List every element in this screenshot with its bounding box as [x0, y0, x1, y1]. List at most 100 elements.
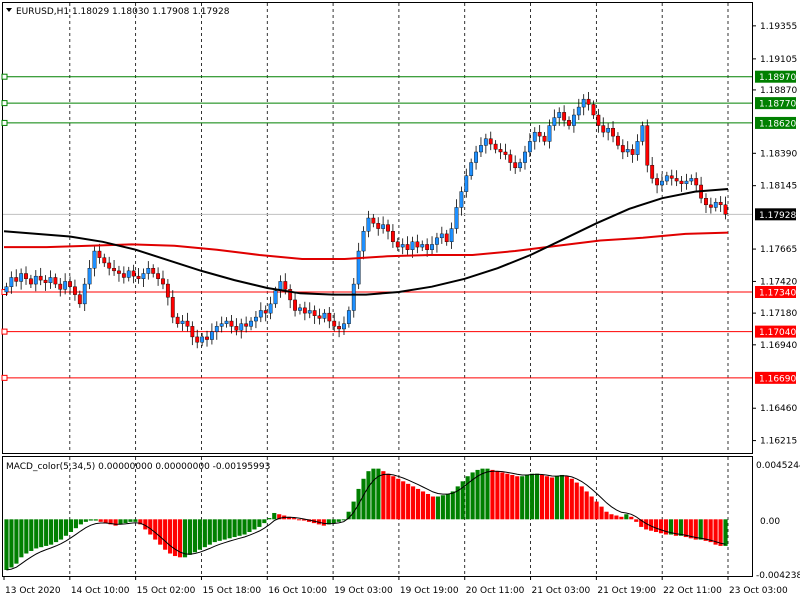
candle-body — [19, 273, 24, 282]
candle-body — [552, 117, 557, 126]
macd-bar — [425, 493, 431, 520]
candle-body — [161, 278, 165, 285]
price-tick-label: 1.16460 — [760, 404, 797, 414]
candle-body — [611, 128, 615, 137]
candle-body — [68, 281, 72, 287]
candle-body — [479, 145, 483, 153]
macd-bar — [58, 519, 64, 540]
macd-bar — [629, 516, 634, 520]
macd-bar — [227, 519, 232, 539]
candle-body — [591, 104, 596, 116]
macd-bar — [73, 519, 78, 529]
candle-body — [170, 297, 175, 318]
macd-bar — [411, 486, 416, 520]
macd-bar — [366, 471, 371, 520]
candle-body — [268, 303, 273, 314]
candle-body — [679, 180, 684, 184]
macd-bar — [217, 519, 222, 541]
macd-bar — [594, 501, 599, 520]
candle-body — [273, 290, 278, 305]
candle-body — [488, 138, 493, 145]
macd-bar — [430, 496, 436, 520]
candle-body — [366, 217, 371, 232]
candle-body — [576, 106, 581, 116]
candle-body — [351, 283, 356, 311]
candle-body — [650, 164, 655, 179]
price-tick-label: 1.18145 — [760, 182, 797, 192]
price-tick-label: 1.16940 — [760, 341, 797, 351]
candle-body — [469, 162, 474, 176]
level-handle — [1, 374, 8, 381]
candle-body — [200, 336, 205, 343]
candle-body — [33, 275, 38, 285]
macd-bar — [500, 472, 505, 520]
macd-bar — [44, 519, 49, 546]
candle-body — [58, 283, 63, 290]
macd-bar — [401, 481, 406, 520]
macd-bar — [658, 519, 664, 534]
price-tick-label: 1.17420 — [760, 277, 797, 287]
macd-bar — [247, 519, 252, 532]
macd-bar — [718, 519, 723, 546]
macd-bar — [445, 493, 450, 520]
macd-bar — [440, 495, 445, 520]
candle-body — [258, 310, 263, 318]
header-text: EURUSD,H1 1.18029 1.18030 1.17908 1.1792… — [16, 7, 230, 17]
macd-bar — [182, 519, 188, 558]
candle-body — [386, 224, 390, 232]
candle-body — [48, 277, 53, 283]
price-tick-label: 1.18390 — [760, 149, 797, 159]
current-price-label: 1.17928 — [759, 211, 796, 221]
macd-bar — [296, 519, 302, 521]
candle-body — [219, 323, 224, 327]
candle-body — [483, 138, 488, 146]
macd-min-label: -0.004238 — [756, 571, 800, 581]
candle-body — [185, 320, 190, 327]
macd-bar — [391, 476, 396, 520]
candle-body — [337, 326, 342, 330]
macd-bar — [579, 486, 584, 520]
candle-body — [346, 310, 351, 324]
candle-body — [704, 198, 708, 206]
candle-body — [410, 241, 415, 250]
macd-bar — [128, 519, 133, 522]
candle-body — [713, 201, 718, 208]
macd-bar — [34, 519, 39, 549]
candle-body — [435, 237, 439, 245]
macd-bar — [212, 519, 217, 543]
candle-body — [28, 278, 33, 285]
candle-body — [175, 316, 180, 324]
candle-body — [244, 323, 249, 327]
trading-chart[interactable]: 1.19355 1.19105 1.18870 1.18390 1.18145 1.176… — [0, 0, 800, 600]
candle-body — [518, 162, 523, 169]
macd-bar — [584, 491, 589, 520]
time-tick-label: 19 Oct 03:00 — [334, 586, 393, 596]
macd-bar — [163, 519, 168, 550]
macd-bar — [480, 468, 485, 520]
candle-body — [224, 320, 229, 324]
candle-body — [503, 151, 508, 155]
macd-bar — [589, 496, 594, 520]
candle-body — [420, 244, 425, 248]
candle-body — [249, 320, 253, 327]
candle-body — [493, 143, 498, 150]
level-tag-label: 1.17340 — [759, 288, 796, 298]
candle-body — [38, 275, 43, 281]
macd-bar — [406, 483, 411, 520]
level-tag-label: 1.18970 — [759, 73, 796, 83]
candle-body — [581, 98, 586, 108]
level-tag-label: 1.18770 — [759, 100, 796, 110]
price-tick-label: 1.17180 — [760, 309, 797, 319]
macd-bar — [530, 473, 535, 520]
candle-body — [239, 323, 244, 331]
macd-bar — [133, 519, 138, 522]
candle-body — [92, 250, 97, 269]
candle-body — [523, 151, 527, 163]
candle-body — [117, 270, 121, 274]
candle-body — [620, 145, 625, 153]
macd-bar — [19, 519, 24, 558]
candle-body — [513, 162, 518, 169]
candle-body — [307, 310, 312, 314]
candle-body — [425, 244, 430, 250]
macd-bar — [292, 518, 297, 520]
